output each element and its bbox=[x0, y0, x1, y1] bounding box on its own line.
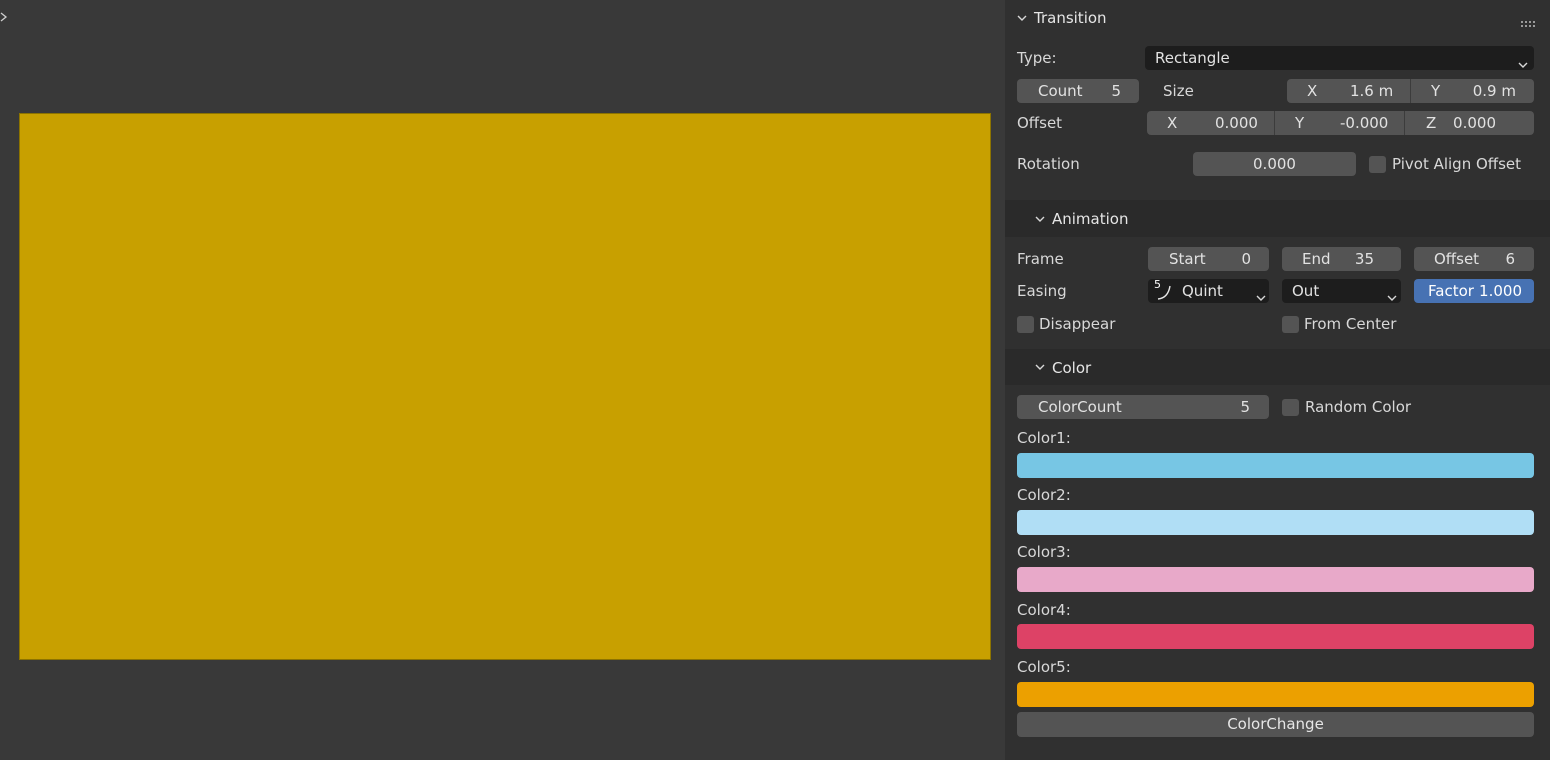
color-collapse-icon[interactable] bbox=[1035, 362, 1045, 372]
offset-x-label: X bbox=[1167, 114, 1178, 132]
disappear-checkbox[interactable] bbox=[1017, 316, 1034, 333]
color4-swatch[interactable] bbox=[1017, 624, 1534, 649]
size-y-label: Y bbox=[1431, 82, 1441, 100]
factor-label: Factor bbox=[1428, 282, 1474, 300]
offset-z-value: 0.000 bbox=[1453, 114, 1496, 132]
color3-swatch[interactable] bbox=[1017, 567, 1534, 592]
color1-swatch[interactable] bbox=[1017, 453, 1534, 478]
easing-direction-dropdown[interactable]: Out bbox=[1282, 279, 1401, 303]
frame-label: Frame bbox=[1017, 250, 1064, 268]
preview-viewport[interactable] bbox=[0, 0, 1005, 760]
chevron-down-icon bbox=[1387, 286, 1397, 301]
animation-collapse-icon[interactable] bbox=[1035, 214, 1045, 224]
animation-title[interactable]: Animation bbox=[1052, 209, 1128, 229]
color2-swatch[interactable] bbox=[1017, 510, 1534, 535]
easing-label: Easing bbox=[1017, 282, 1067, 300]
colorcount-field[interactable]: ColorCount 5 bbox=[1017, 395, 1269, 419]
easing-icon-number: 5 bbox=[1154, 278, 1161, 291]
size-y-value: 0.9 m bbox=[1472, 82, 1516, 100]
rotation-value: 0.000 bbox=[1253, 155, 1296, 173]
easing-value: Quint bbox=[1182, 282, 1223, 300]
count-value: 5 bbox=[1111, 82, 1121, 100]
factor-value: 1.000 bbox=[1479, 282, 1522, 300]
offset-z-label: Z bbox=[1426, 114, 1437, 132]
end-value: 35 bbox=[1354, 250, 1374, 268]
random-color-label[interactable]: Random Color bbox=[1305, 397, 1411, 417]
offset-frame-value: 6 bbox=[1505, 250, 1515, 268]
start-field[interactable]: Start 0 bbox=[1148, 247, 1269, 271]
disappear-label[interactable]: Disappear bbox=[1039, 314, 1115, 334]
type-dropdown[interactable]: Rectangle bbox=[1145, 46, 1534, 70]
color3-label: Color3: bbox=[1017, 543, 1071, 561]
properties-sidebar: Transition Type: Rectangle Count 5 Size … bbox=[1005, 0, 1550, 760]
end-label: End bbox=[1302, 250, 1331, 268]
chevron-down-icon bbox=[1256, 286, 1266, 301]
from-center-checkbox[interactable] bbox=[1282, 316, 1299, 333]
size-separator bbox=[1410, 79, 1411, 103]
rotation-label: Rotation bbox=[1017, 155, 1080, 173]
start-value: 0 bbox=[1241, 250, 1251, 268]
color1-label: Color1: bbox=[1017, 429, 1071, 447]
offset-label: Offset bbox=[1017, 114, 1063, 132]
size-field[interactable]: X 1.6 m Y 0.9 m bbox=[1287, 79, 1534, 103]
offset-field[interactable]: X 0.000 Y -0.000 Z 0.000 bbox=[1147, 111, 1534, 135]
offset-separator bbox=[1274, 111, 1275, 135]
preview-rectangle bbox=[19, 113, 991, 660]
color2-label: Color2: bbox=[1017, 486, 1071, 504]
pivot-align-label[interactable]: Pivot Align Offset bbox=[1392, 154, 1521, 174]
expand-arrow-icon[interactable] bbox=[0, 11, 8, 23]
rotation-field[interactable]: 0.000 bbox=[1193, 152, 1356, 176]
offset-frame-label: Offset bbox=[1434, 250, 1480, 268]
easing-direction-value: Out bbox=[1292, 282, 1320, 300]
start-label: Start bbox=[1169, 250, 1206, 268]
color-title[interactable]: Color bbox=[1052, 358, 1091, 378]
size-x-label: X bbox=[1307, 82, 1318, 100]
transition-title[interactable]: Transition bbox=[1034, 8, 1107, 28]
type-value: Rectangle bbox=[1155, 49, 1230, 67]
chevron-down-icon bbox=[1518, 53, 1528, 68]
color-change-button[interactable]: ColorChange bbox=[1017, 712, 1534, 737]
size-x-value: 1.6 m bbox=[1350, 82, 1394, 100]
colorcount-label: ColorCount bbox=[1038, 398, 1122, 416]
size-label: Size bbox=[1163, 82, 1194, 100]
color5-swatch[interactable] bbox=[1017, 682, 1534, 707]
factor-field[interactable]: Factor 1.000 bbox=[1414, 279, 1534, 303]
end-field[interactable]: End 35 bbox=[1282, 247, 1401, 271]
from-center-label[interactable]: From Center bbox=[1304, 314, 1396, 334]
offset-x-value: 0.000 bbox=[1215, 114, 1258, 132]
drag-handle-icon[interactable] bbox=[1521, 13, 1535, 27]
offset-y-value: -0.000 bbox=[1340, 114, 1389, 132]
offset-frame-field[interactable]: Offset 6 bbox=[1414, 247, 1534, 271]
offset-separator bbox=[1404, 111, 1405, 135]
colorcount-value: 5 bbox=[1240, 398, 1250, 416]
pivot-align-checkbox[interactable] bbox=[1369, 156, 1386, 173]
transition-collapse-icon[interactable] bbox=[1017, 13, 1027, 23]
easing-dropdown[interactable]: 5 Quint bbox=[1148, 278, 1269, 303]
random-color-checkbox[interactable] bbox=[1282, 399, 1299, 416]
color4-label: Color4: bbox=[1017, 601, 1071, 619]
count-label: Count bbox=[1038, 82, 1083, 100]
type-label: Type: bbox=[1017, 49, 1057, 67]
offset-y-label: Y bbox=[1295, 114, 1305, 132]
count-field[interactable]: Count 5 bbox=[1017, 79, 1139, 103]
color5-label: Color5: bbox=[1017, 658, 1071, 676]
